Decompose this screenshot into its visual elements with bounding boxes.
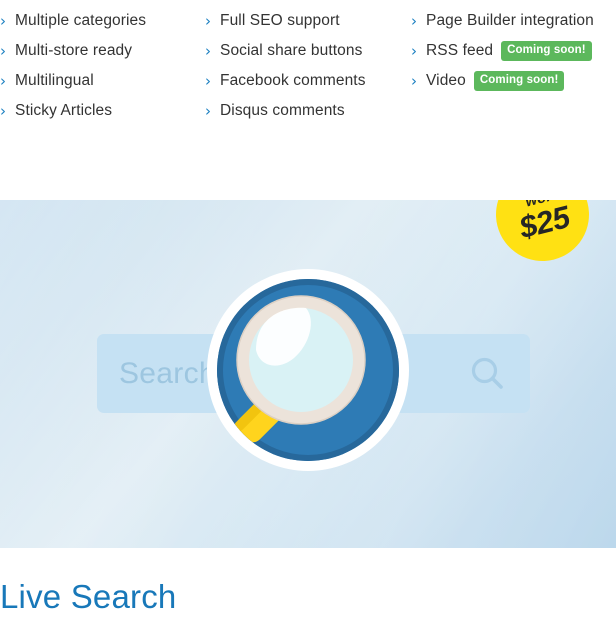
chevron-right-icon: › xyxy=(0,71,6,90)
feature-item[interactable]: › Multi-store ready xyxy=(0,36,200,66)
chevron-right-icon: › xyxy=(205,101,211,120)
feature-label: Multilingual xyxy=(15,72,94,89)
chevron-right-icon: › xyxy=(411,71,417,90)
feature-label: Disqus comments xyxy=(220,102,345,119)
magnifying-glass-illustration xyxy=(207,269,409,471)
chevron-right-icon: › xyxy=(0,101,6,120)
feature-label: Multi-store ready xyxy=(15,42,133,59)
feature-label: Sticky Articles xyxy=(15,102,113,119)
chevron-right-icon: › xyxy=(205,71,211,90)
search-placeholder: Search xyxy=(119,356,216,390)
status-badge: Coming soon! xyxy=(473,70,565,92)
worth-badge: worth $25 xyxy=(486,200,599,271)
chevron-right-icon: › xyxy=(411,11,417,30)
page-title: Live Search xyxy=(0,578,177,615)
feature-column-2: › Full SEO support › Social share button… xyxy=(205,6,405,126)
feature-item[interactable]: › Multilingual xyxy=(0,66,200,96)
feature-list: › Multiple categories › Multi-store read… xyxy=(0,0,616,198)
search-icon[interactable] xyxy=(468,354,508,394)
feature-item[interactable]: › Page Builder integration xyxy=(411,6,616,36)
feature-item[interactable]: › Video Coming soon! xyxy=(411,66,616,96)
chevron-right-icon: › xyxy=(205,41,211,60)
feature-label: Full SEO support xyxy=(220,12,340,29)
feature-item[interactable]: › RSS feed Coming soon! xyxy=(411,36,616,66)
chevron-right-icon: › xyxy=(0,41,6,60)
feature-item[interactable]: › Disqus comments xyxy=(205,96,405,126)
feature-label: Facebook comments xyxy=(220,72,366,89)
feature-column-3: › Page Builder integration › RSS feed Co… xyxy=(411,6,616,96)
live-search-banner: Search $25 xyxy=(0,200,616,548)
chevron-right-icon: › xyxy=(411,41,417,60)
feature-label: Page Builder integration xyxy=(426,12,594,29)
feature-item[interactable]: › Social share buttons xyxy=(205,36,405,66)
feature-item[interactable]: › Facebook comments xyxy=(205,66,405,96)
feature-label: Social share buttons xyxy=(220,42,363,59)
chevron-right-icon: › xyxy=(0,11,6,30)
chevron-right-icon: › xyxy=(205,11,211,30)
feature-item[interactable]: › Sticky Articles xyxy=(0,96,200,126)
feature-label: RSS feed xyxy=(426,42,494,59)
worth-badge-amount: $25 xyxy=(515,200,574,246)
feature-item[interactable]: › Full SEO support xyxy=(205,6,405,36)
status-badge: Coming soon! xyxy=(501,40,592,62)
feature-label: Multiple categories xyxy=(15,12,147,29)
feature-label: Video xyxy=(426,72,466,89)
feature-column-1: › Multiple categories › Multi-store read… xyxy=(0,6,200,126)
feature-item[interactable]: › Multiple categories xyxy=(0,6,200,36)
